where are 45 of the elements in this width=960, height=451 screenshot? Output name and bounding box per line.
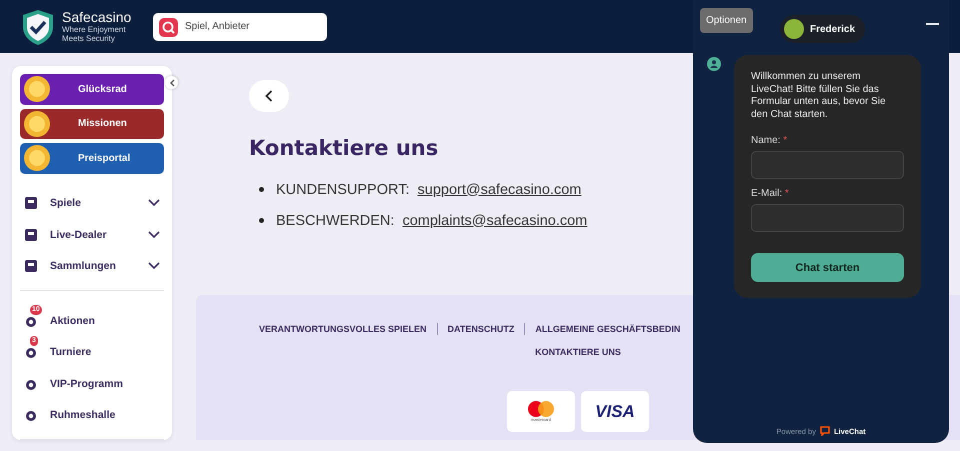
card-brand-text: VISA bbox=[595, 402, 635, 422]
nav-item[interactable]: VIP-Programm bbox=[20, 368, 164, 400]
bullet-icon bbox=[259, 187, 264, 192]
field-label: E-Mail: * bbox=[751, 188, 790, 199]
email-link[interactable]: support@safecasino.com bbox=[418, 182, 582, 198]
nav-item[interactable]: Ruhmeshalle bbox=[20, 400, 164, 431]
agent-pill[interactable]: Frederick bbox=[780, 15, 866, 43]
back-button[interactable] bbox=[249, 80, 289, 112]
menu-glyph-icon bbox=[24, 408, 38, 422]
footer-link[interactable]: DATENSCHUTZ bbox=[448, 324, 514, 334]
user-icon bbox=[707, 57, 721, 71]
chevron-left-icon bbox=[168, 78, 174, 86]
overlapping-circles-icon bbox=[528, 401, 554, 417]
contact-label: KUNDENSUPPORT: bbox=[276, 182, 410, 198]
speech-bubble-icon bbox=[820, 426, 830, 436]
search-field[interactable]: Spiel, Anbieter bbox=[153, 12, 327, 40]
collapse-button[interactable] bbox=[165, 76, 178, 89]
email-link[interactable]: complaints@safecasino.com bbox=[402, 212, 588, 228]
footer-link[interactable]: ALLGEMEINE GESCHÄFTSBEDIN bbox=[535, 324, 680, 334]
menu-glyph-icon bbox=[24, 345, 38, 360]
field-label: Name: * bbox=[751, 135, 788, 146]
input-field[interactable] bbox=[751, 204, 904, 232]
welcome-message: Willkommen zu unserem LiveChat! Bitte füllen Sie das Formular unten aus, bevor Sie den Chat starten. bbox=[751, 71, 887, 121]
chevron-left-icon bbox=[265, 90, 273, 102]
minimize-button[interactable] bbox=[926, 23, 939, 25]
options-tooltip: Optionen bbox=[700, 8, 753, 33]
brand-tagline: Where Enjoyment Meets Security bbox=[62, 25, 127, 43]
nav-item[interactable]: Live-Dealer bbox=[20, 219, 164, 250]
page-heading: Kontaktiere uns bbox=[249, 136, 438, 160]
promo-tile[interactable]: Preisportal bbox=[20, 143, 164, 174]
promo-tile[interactable]: Glücksrad bbox=[20, 74, 164, 104]
brand-name: Safecasino bbox=[62, 10, 132, 25]
avatar-icon bbox=[784, 19, 804, 39]
input-field[interactable] bbox=[751, 151, 904, 179]
footer-link[interactable]: KONTAKTIERE UNS bbox=[535, 346, 621, 356]
nav-item[interactable]: Spiele bbox=[20, 188, 164, 219]
menu-glyph-icon bbox=[24, 196, 38, 210]
start-chat-button[interactable]: Chat starten bbox=[751, 253, 904, 282]
promo-tile[interactable]: Missionen bbox=[20, 108, 164, 139]
bullet-icon bbox=[259, 218, 264, 223]
nav-item[interactable]: Sammlungen bbox=[20, 250, 164, 282]
contact-label: BESCHWERDEN: bbox=[276, 212, 396, 228]
footer-link[interactable]: VERANTWORTUNGSVOLLES SPIELEN bbox=[259, 324, 427, 334]
menu-glyph-icon bbox=[24, 259, 38, 274]
menu-glyph-icon bbox=[24, 228, 38, 242]
